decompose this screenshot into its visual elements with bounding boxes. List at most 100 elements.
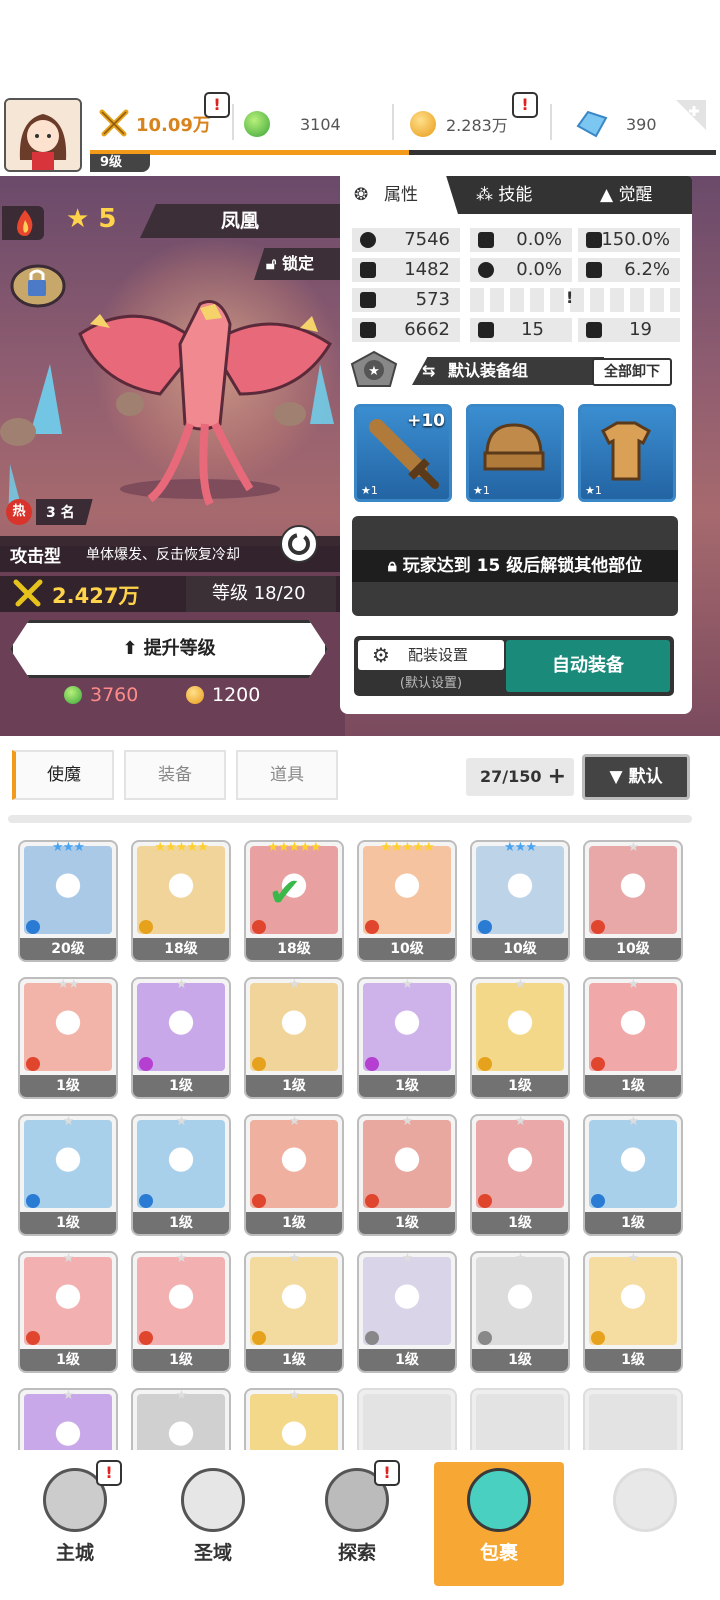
familiar-card[interactable]: ★ 1级	[470, 1251, 570, 1373]
equipment-set-row: ★ ⇆ 默认装备组 全部卸下	[350, 350, 682, 388]
familiar-level: 18级	[133, 938, 229, 960]
empty-slot[interactable]	[357, 1388, 457, 1450]
add-plus-icon[interactable]	[676, 100, 706, 130]
rarity-stars: ★	[288, 977, 301, 992]
nav-explore-label: 探索	[337, 1542, 376, 1564]
inventory-count-value: 27/150	[480, 767, 542, 786]
familiar-level: 10级	[472, 938, 568, 960]
element-icon	[365, 1194, 379, 1208]
nav-explore[interactable]: 探索	[292, 1462, 422, 1586]
rarity-stars: ★	[401, 1251, 414, 1266]
gold-alert-icon[interactable]: !	[512, 92, 538, 118]
familiar-card[interactable]: ★★★★★ 18级	[131, 840, 231, 962]
familiar-card[interactable]: ★★★★★ ✔ 18级	[244, 840, 344, 962]
equipment-slot-armor[interactable]: ★1	[578, 404, 676, 502]
familiar-card[interactable]: ★ 1级	[18, 1114, 118, 1236]
familiar-card[interactable]: ★ 1级	[357, 1251, 457, 1373]
familiar-card[interactable]: ★ 1级	[244, 1114, 344, 1236]
player-avatar[interactable]	[4, 98, 82, 172]
expand-plus-icon[interactable]: +	[548, 758, 566, 796]
familiar-card[interactable]: ★ 1级	[357, 977, 457, 1099]
separator	[550, 104, 552, 140]
familiar-grid: ★★★ 20级 ★★★★★ 18级 ★★★★★ ✔ 18级 ★★★★★ 10级 ★★★ 10级 ★ 10…	[18, 840, 688, 1450]
familiar-card[interactable]: ★ 1级	[470, 977, 570, 1099]
hot-icon: 热	[6, 499, 32, 525]
crystal-resource[interactable]: 390	[576, 104, 657, 144]
swirl-portal-icon	[181, 1468, 245, 1532]
upgrade-cost-gold: 1200	[186, 684, 260, 706]
lock-button[interactable]: 🔓︎ 锁定	[254, 248, 340, 280]
familiar-card[interactable]: ★	[131, 1388, 231, 1450]
nav-locked[interactable]	[580, 1462, 710, 1586]
stat-defense: 573	[352, 288, 460, 312]
power-alert-icon[interactable]: !	[204, 92, 230, 118]
equipment-slot-helmet[interactable]: ★1	[466, 404, 564, 502]
tab-items[interactable]: 道具	[236, 750, 338, 800]
sort-dropdown[interactable]: ▼ 默认	[582, 754, 690, 800]
equipment-set-selector[interactable]: ⇆ 默认装备组	[412, 357, 604, 385]
set-emblem-icon[interactable]: ★	[350, 350, 398, 390]
auto-equip-button[interactable]: 自动装备	[506, 640, 670, 692]
familiar-card[interactable]: ★ 1级	[131, 1114, 231, 1236]
element-icon	[591, 1331, 605, 1345]
familiar-card[interactable]: ★ 1级	[583, 1251, 683, 1373]
familiar-card[interactable]: ★ 1级	[131, 1251, 231, 1373]
loadout-settings-button[interactable]: ⚙ 配装设置	[358, 640, 504, 670]
rarity-stars: ★★	[57, 977, 79, 992]
gold-resource[interactable]: 2.283万	[410, 104, 508, 144]
familiar-card[interactable]: ★	[18, 1388, 118, 1450]
empty-slot[interactable]	[583, 1388, 683, 1450]
familiar-card[interactable]: ★	[244, 1388, 344, 1450]
familiar-card[interactable]: ★ 1级	[131, 977, 231, 1099]
swirl-icon	[360, 322, 376, 338]
upgrade-level-button[interactable]: ⬆ 提升等级	[10, 620, 328, 678]
empty-slot[interactable]	[470, 1388, 570, 1450]
equipment-slot-weapon[interactable]: +10 ★1	[354, 404, 452, 502]
familiar-card[interactable]: ★★★ 20级	[18, 840, 118, 962]
stat-crit: 0.0%	[470, 228, 572, 252]
switch-view-icon[interactable]	[280, 525, 318, 563]
nav-bag[interactable]: 包裹	[434, 1462, 564, 1586]
familiar-card[interactable]: ★★ 1级	[18, 977, 118, 1099]
element-icon	[478, 1331, 492, 1345]
svg-text:★: ★	[368, 364, 380, 379]
element-icon	[365, 1057, 379, 1071]
crystal-value: 390	[626, 114, 657, 134]
tab-familiars[interactable]: 使魔	[12, 750, 114, 800]
familiar-level: 1级	[20, 1075, 116, 1097]
loadout-config-panel: ⚙ 配装设置 (默认设置) 自动装备	[354, 636, 674, 696]
familiar-portrait	[363, 1394, 451, 1450]
familiar-card[interactable]: ★ 1级	[470, 1114, 570, 1236]
familiar-card[interactable]: ★★★ 10级	[470, 840, 570, 962]
gold-coin-icon	[410, 111, 436, 137]
tab-attributes[interactable]: ❂ 属性	[340, 176, 458, 214]
nav-sanctuary[interactable]: 圣域	[148, 1462, 278, 1586]
familiar-card[interactable]: ★ 1级	[244, 1251, 344, 1373]
familiar-level: 18级	[246, 938, 342, 960]
unequip-all-button[interactable]: 全部卸下	[592, 358, 672, 386]
tab-equipment[interactable]: 装备	[124, 750, 226, 800]
loadout-settings-subtext: (默认设置)	[399, 676, 463, 691]
hero-power-value: 2.427万	[52, 584, 140, 608]
familiar-card[interactable]: ★ 1级	[583, 1114, 683, 1236]
element-icon	[139, 1194, 153, 1208]
tab-awaken[interactable]: ▲ 觉醒	[600, 176, 652, 214]
stat-extra-a: 15	[470, 318, 572, 342]
rarity-stars: ★	[401, 1114, 414, 1129]
familiar-card[interactable]: ★ 1级	[357, 1114, 457, 1236]
familiar-card[interactable]: ★ 1级	[583, 977, 683, 1099]
element-icon	[26, 920, 40, 934]
familiar-card[interactable]: ★ 10级	[583, 840, 683, 962]
familiar-card[interactable]: ★ 1级	[244, 977, 344, 1099]
hero-detail-card: ❂ 属性 ⁂ 技能 ▲ 觉醒 7546 0.0% 150.0% 1482 0.0…	[340, 176, 692, 714]
star-icon: ★	[66, 204, 90, 234]
bottom-navigation: 主城 ! 圣域 探索 ! 包裹	[0, 1452, 720, 1600]
familiar-portrait	[476, 1394, 564, 1450]
familiar-card[interactable]: ★★★★★ 10级	[357, 840, 457, 962]
rarity-stars: ★★★	[52, 840, 85, 855]
gem-resource[interactable]: 3104	[244, 104, 341, 144]
tab-skills[interactable]: ⁂ 技能	[476, 176, 532, 214]
warning-diamond-icon: !	[566, 288, 574, 307]
skin-lock-icon[interactable]	[8, 260, 68, 310]
familiar-card[interactable]: ★ 1级	[18, 1251, 118, 1373]
